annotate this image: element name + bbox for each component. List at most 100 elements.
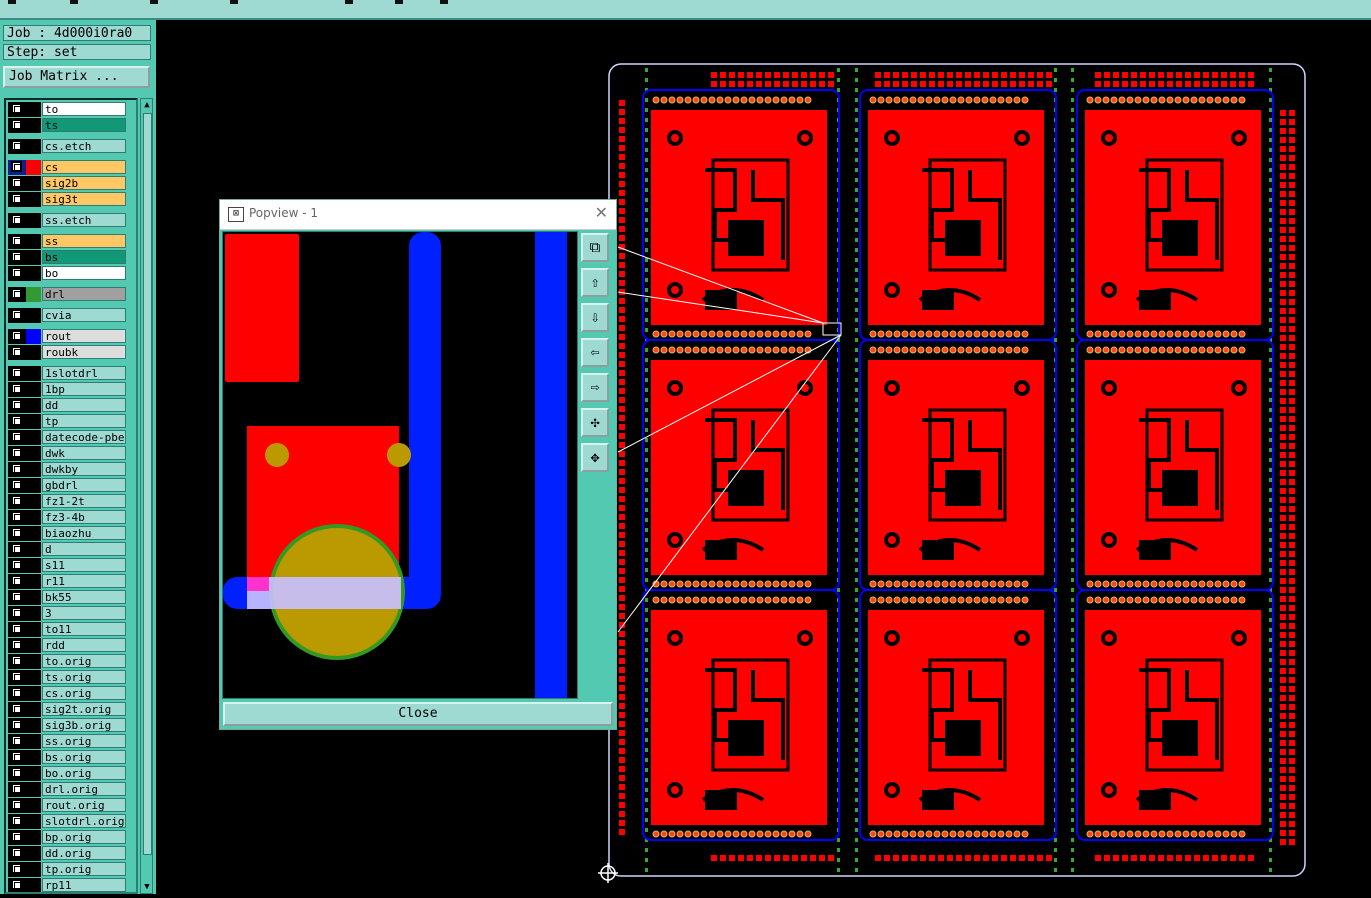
checkbox-icon[interactable] bbox=[11, 751, 22, 762]
layer-checkbox[interactable] bbox=[8, 526, 26, 541]
close-button[interactable]: Close bbox=[223, 702, 613, 726]
layer-list-scrollbar[interactable]: ▲ ▼ bbox=[140, 98, 153, 894]
checkbox-icon[interactable] bbox=[11, 267, 22, 278]
layer-color-swatch[interactable] bbox=[26, 638, 41, 653]
layer-checkbox[interactable] bbox=[8, 734, 26, 749]
layer-row[interactable]: sig3b.orig bbox=[8, 718, 128, 733]
layer-name[interactable]: cs.orig bbox=[42, 686, 126, 700]
layer-row[interactable]: cvia bbox=[8, 308, 128, 323]
layer-row[interactable]: 3 bbox=[8, 606, 128, 621]
layer-color-swatch[interactable] bbox=[26, 213, 41, 228]
layer-row[interactable]: dd.orig bbox=[8, 846, 128, 861]
layer-color-swatch[interactable] bbox=[26, 878, 41, 892]
checkbox-icon[interactable] bbox=[11, 330, 22, 341]
zoom-in-icon[interactable]: ✥ bbox=[581, 443, 609, 472]
checkbox-icon[interactable] bbox=[11, 383, 22, 394]
checkbox-icon[interactable] bbox=[11, 251, 22, 262]
layer-name[interactable]: rout bbox=[42, 329, 126, 343]
layer-row[interactable]: fz3-4b bbox=[8, 510, 128, 525]
pan-up-icon[interactable]: ⇧ bbox=[581, 268, 609, 297]
layer-name[interactable]: to.orig bbox=[42, 654, 126, 668]
checkbox-icon[interactable] bbox=[11, 527, 22, 538]
layer-name[interactable]: drl.orig bbox=[42, 782, 126, 796]
checkbox-icon[interactable] bbox=[11, 346, 22, 357]
toolbar-icon[interactable] bbox=[150, 0, 158, 4]
checkbox-icon[interactable] bbox=[11, 367, 22, 378]
layer-name[interactable]: dd bbox=[42, 398, 126, 412]
checkbox-icon[interactable] bbox=[11, 103, 22, 114]
layer-row[interactable]: to bbox=[8, 102, 128, 117]
checkbox-icon[interactable] bbox=[11, 177, 22, 188]
layer-row[interactable]: gbdrl bbox=[8, 478, 128, 493]
zoom-out-icon[interactable]: ✣ bbox=[581, 408, 609, 437]
layer-color-swatch[interactable] bbox=[26, 176, 41, 191]
layer-name[interactable]: dd.orig bbox=[42, 846, 126, 860]
layer-row[interactable]: bo bbox=[8, 266, 128, 281]
layer-checkbox[interactable] bbox=[8, 382, 26, 397]
layer-row[interactable]: tp bbox=[8, 414, 128, 429]
checkbox-icon[interactable] bbox=[11, 815, 22, 826]
layer-name[interactable]: rp11 bbox=[42, 878, 126, 892]
layer-checkbox[interactable] bbox=[8, 234, 26, 249]
layer-name[interactable]: ss.etch bbox=[42, 213, 126, 227]
layer-name[interactable]: ts bbox=[42, 118, 126, 132]
layer-name[interactable]: biaozhu bbox=[42, 526, 126, 540]
layer-checkbox[interactable] bbox=[8, 430, 26, 445]
layer-name[interactable]: cs bbox=[42, 160, 126, 174]
layer-color-swatch[interactable] bbox=[26, 160, 41, 175]
layer-row[interactable]: rp11 bbox=[8, 878, 128, 892]
layer-checkbox[interactable] bbox=[8, 414, 26, 429]
layer-row[interactable]: ss.etch bbox=[8, 213, 128, 228]
layer-name[interactable]: datecode-pbe bbox=[42, 430, 126, 444]
pan-down-icon[interactable]: ⇩ bbox=[581, 303, 609, 332]
layer-checkbox[interactable] bbox=[8, 750, 26, 765]
layer-name[interactable]: tp.orig bbox=[42, 862, 126, 876]
layer-color-swatch[interactable] bbox=[26, 798, 41, 813]
checkbox-icon[interactable] bbox=[11, 863, 22, 874]
checkbox-icon[interactable] bbox=[11, 543, 22, 554]
layer-color-swatch[interactable] bbox=[26, 462, 41, 477]
checkbox-icon[interactable] bbox=[11, 119, 22, 130]
layer-color-swatch[interactable] bbox=[26, 446, 41, 461]
checkbox-icon[interactable] bbox=[11, 415, 22, 426]
layer-checkbox[interactable] bbox=[8, 139, 26, 154]
layer-checkbox[interactable] bbox=[8, 654, 26, 669]
layer-color-swatch[interactable] bbox=[26, 734, 41, 749]
layer-row[interactable]: drl bbox=[8, 287, 128, 302]
pan-right-icon[interactable]: ⇨ bbox=[581, 373, 609, 402]
layer-checkbox[interactable] bbox=[8, 462, 26, 477]
checkbox-icon[interactable] bbox=[11, 799, 22, 810]
layer-row[interactable]: rout.orig bbox=[8, 798, 128, 813]
layer-checkbox[interactable] bbox=[8, 798, 26, 813]
layer-checkbox[interactable] bbox=[8, 846, 26, 861]
job-matrix-button[interactable]: Job Matrix ... bbox=[3, 66, 150, 88]
layer-name[interactable]: to11 bbox=[42, 622, 126, 636]
layer-checkbox[interactable] bbox=[8, 638, 26, 653]
layer-color-swatch[interactable] bbox=[26, 234, 41, 249]
layer-name[interactable]: sig2t.orig bbox=[42, 702, 126, 716]
layer-color-swatch[interactable] bbox=[26, 542, 41, 557]
layer-name[interactable]: 3 bbox=[42, 606, 126, 620]
layer-name[interactable]: cvia bbox=[42, 308, 126, 322]
layer-checkbox[interactable] bbox=[8, 830, 26, 845]
layer-name[interactable]: cs.etch bbox=[42, 139, 126, 153]
layer-name[interactable]: bs bbox=[42, 250, 126, 264]
layer-name[interactable]: fz3-4b bbox=[42, 510, 126, 524]
layer-row[interactable]: ss.orig bbox=[8, 734, 128, 749]
layer-row[interactable]: sig2b bbox=[8, 176, 128, 191]
layer-color-swatch[interactable] bbox=[26, 266, 41, 281]
layer-color-swatch[interactable] bbox=[26, 430, 41, 445]
checkbox-icon[interactable] bbox=[11, 719, 22, 730]
layer-row[interactable]: ts bbox=[8, 118, 128, 133]
layer-color-swatch[interactable] bbox=[26, 526, 41, 541]
layer-row[interactable]: ss bbox=[8, 234, 128, 249]
layer-checkbox[interactable] bbox=[8, 814, 26, 829]
layer-row[interactable]: drl.orig bbox=[8, 782, 128, 797]
layer-name[interactable]: sig3t bbox=[42, 192, 126, 206]
layer-color-swatch[interactable] bbox=[26, 622, 41, 637]
layer-color-swatch[interactable] bbox=[26, 862, 41, 877]
toolbar-icon[interactable] bbox=[395, 0, 403, 4]
close-icon[interactable]: ✕ bbox=[595, 203, 608, 222]
checkbox-icon[interactable] bbox=[11, 214, 22, 225]
layer-color-swatch[interactable] bbox=[26, 494, 41, 509]
